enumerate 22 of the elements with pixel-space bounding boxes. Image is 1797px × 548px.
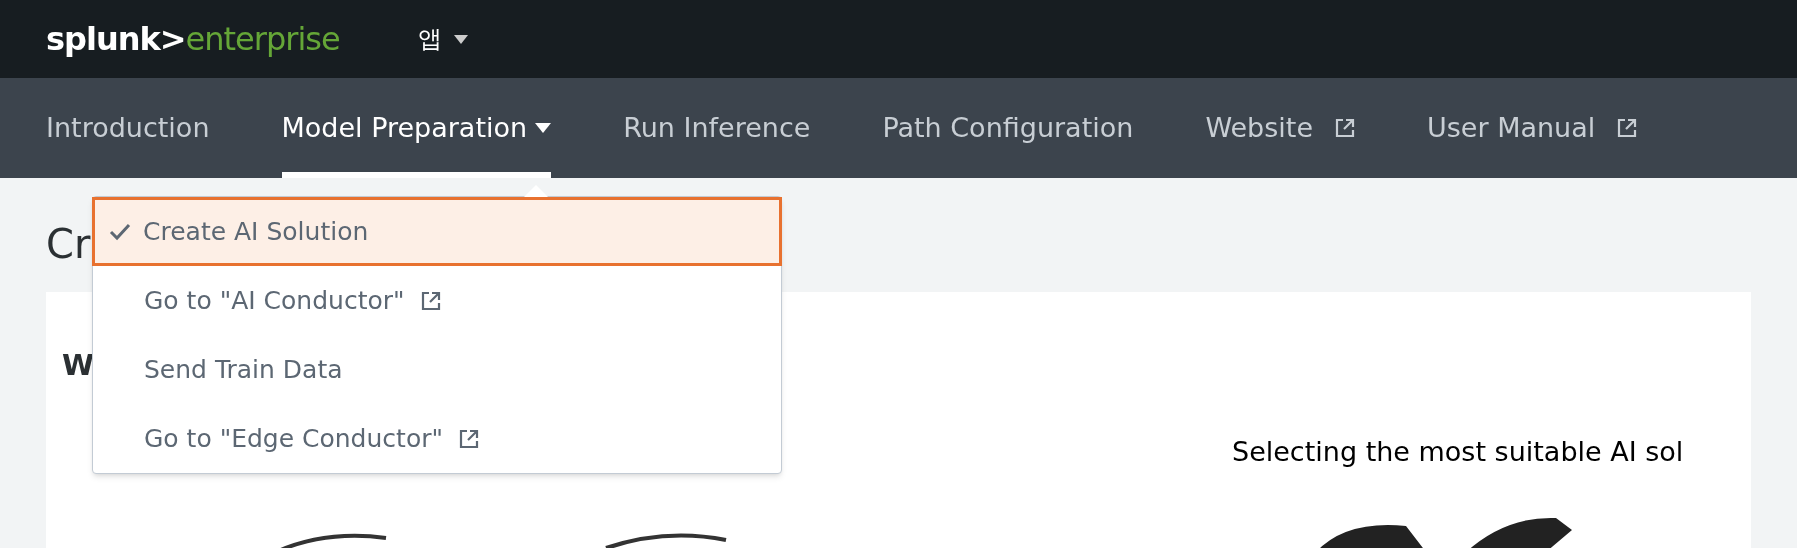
nav-tab[interactable]: Introduction	[46, 78, 210, 178]
menu-item[interactable]: Go to "Edge Conductor"	[93, 404, 781, 473]
app-menu-button[interactable]: 앱	[417, 21, 468, 57]
external-link-icon	[420, 290, 441, 311]
nav-tab[interactable]: Run Inference	[623, 78, 811, 178]
menu-item[interactable]: Send Train Data	[93, 335, 781, 404]
caret-icon	[453, 34, 468, 44]
nav-tab[interactable]: Model Preparation	[281, 78, 552, 178]
nav-tab[interactable]: Website	[1205, 78, 1356, 178]
checkmark-icon	[109, 222, 131, 241]
card-heading: W	[62, 347, 94, 384]
page-title: Cr	[46, 220, 91, 269]
external-link-icon	[1335, 118, 1356, 138]
splunk-logo[interactable]: splunk>enterprise	[46, 15, 340, 63]
external-link-icon	[1617, 118, 1638, 138]
menu-item[interactable]: Go to "AI Conductor"	[93, 266, 781, 335]
illustration-caption: Selecting the most suitable AI sol	[1232, 435, 1684, 469]
caret-icon	[535, 123, 552, 133]
nav-tab[interactable]: Path Configuration	[882, 78, 1134, 178]
nav-tab[interactable]: User Manual	[1427, 78, 1638, 178]
external-link-icon	[458, 428, 479, 449]
menu-item[interactable]: Create AI Solution	[92, 197, 782, 266]
